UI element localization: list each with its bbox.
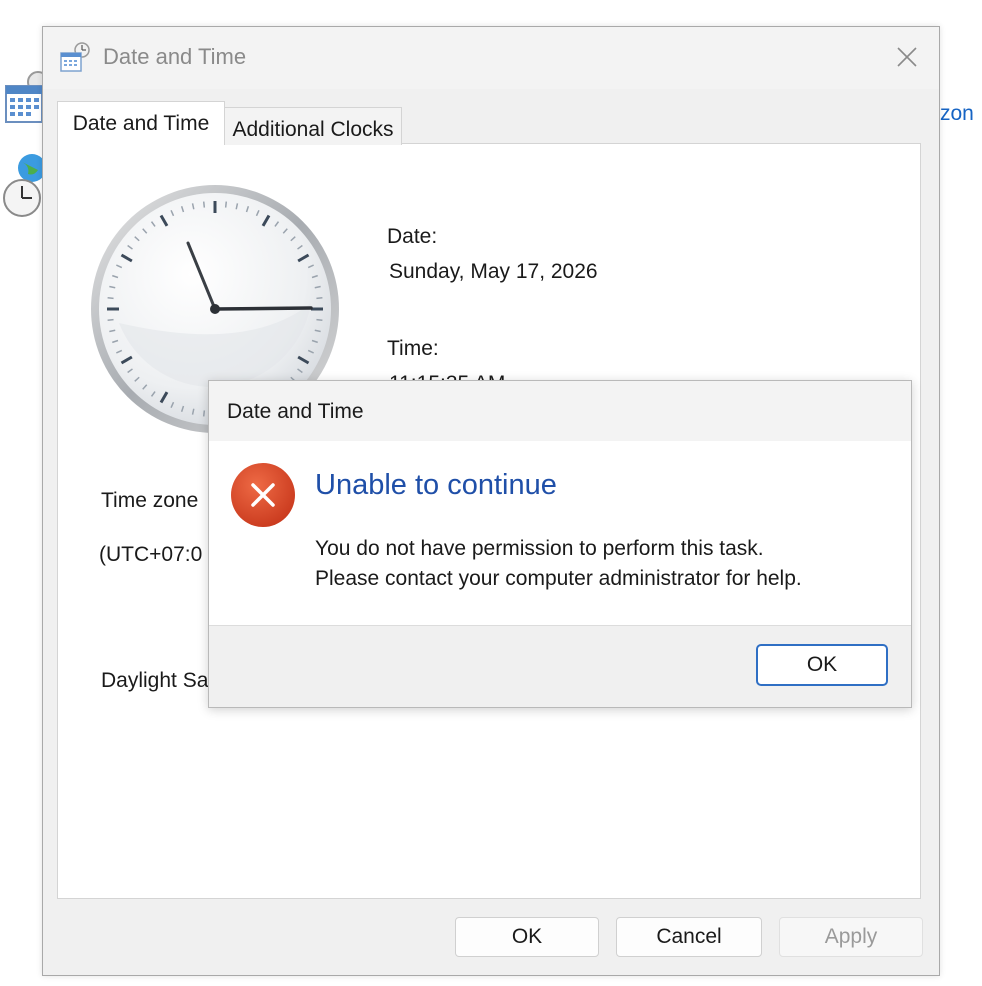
timezone-label: Time zone — [101, 489, 199, 512]
dialog-title: Date and Time — [103, 44, 247, 69]
clock-minute-tick — [202, 201, 206, 208]
daylight-saving-label: Daylight Sa — [101, 669, 209, 692]
screen: zon Date and Time Date and Time Addition… — [0, 0, 982, 986]
close-icon — [897, 47, 917, 67]
apply-button[interactable]: Apply — [779, 917, 923, 957]
message-box-body: Unable to continue You do not have permi… — [209, 441, 911, 626]
time-label: Time: — [387, 337, 439, 360]
message-box-titlebar: Date and Time — [209, 381, 911, 441]
calendar-icon — [5, 71, 46, 123]
error-icon — [231, 463, 295, 527]
date-label: Date: — [387, 225, 438, 248]
cancel-button[interactable]: Cancel — [616, 917, 762, 957]
ok-button[interactable]: OK — [455, 917, 599, 957]
message-ok-button[interactable]: OK — [756, 644, 888, 686]
error-message-box: Date and Time Unable to continue You do … — [208, 380, 912, 708]
clock-minute-tick — [316, 318, 323, 322]
tab-date-and-time[interactable]: Date and Time — [57, 101, 225, 145]
tab-additional-clocks[interactable]: Additional Clocks — [224, 107, 402, 145]
message-line-2: Please contact your computer administrat… — [315, 567, 802, 590]
message-heading: Unable to continue — [315, 469, 557, 501]
globe-clock-icon — [3, 154, 46, 217]
message-line-1: You do not have permission to perform th… — [315, 537, 764, 560]
clock-minute-tick — [316, 296, 323, 300]
timezone-value: (UTC+07:0 — [99, 543, 203, 566]
close-button[interactable] — [887, 39, 927, 75]
clock-minute-tick — [107, 318, 114, 322]
date-value: Sunday, May 17, 2026 — [389, 260, 598, 283]
date-time-app-icon — [60, 42, 90, 72]
clock-minute-tick — [202, 410, 206, 417]
dialog-titlebar: Date and Time — [43, 27, 939, 89]
timezone-link-fragment[interactable]: zon — [940, 102, 974, 126]
message-box-title: Date and Time — [227, 400, 364, 423]
clock-minute-tick — [107, 296, 114, 300]
clock-minute-tick — [224, 201, 228, 208]
